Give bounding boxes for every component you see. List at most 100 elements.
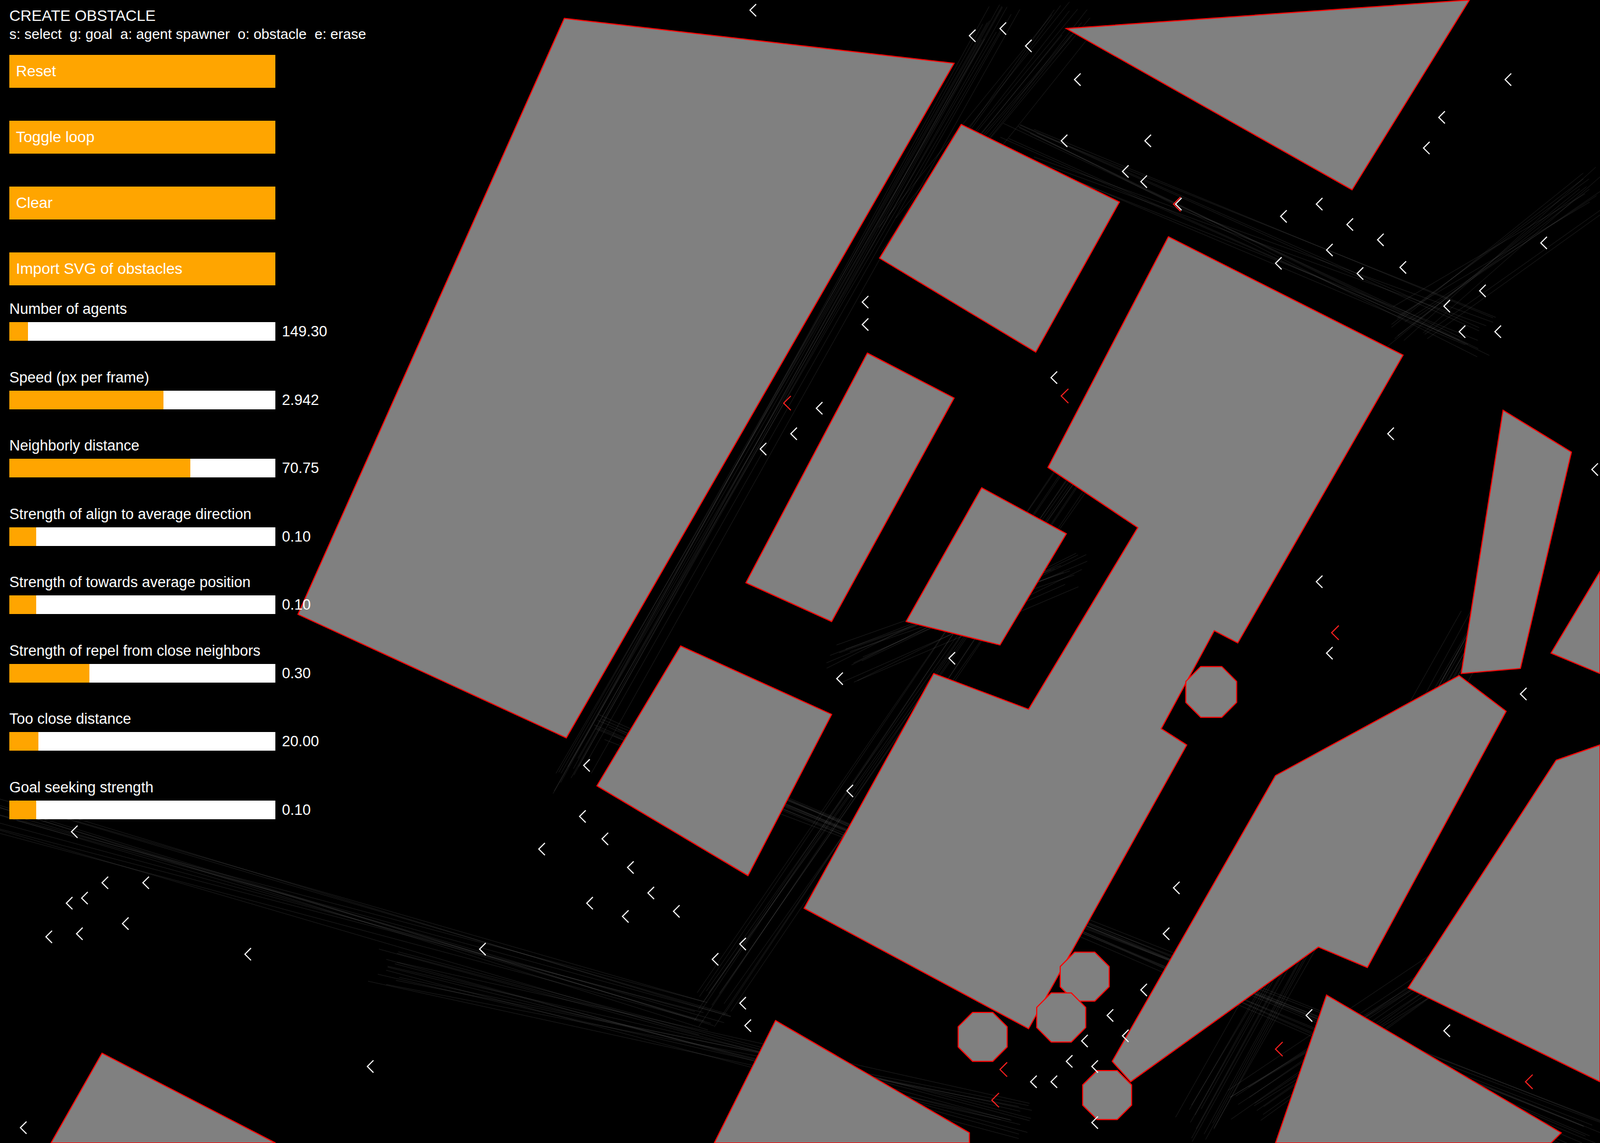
building-obstacle — [1112, 675, 1507, 1082]
slider-fill — [9, 800, 37, 819]
agent-icon — [1050, 1075, 1057, 1088]
round-obstacle — [1082, 1070, 1132, 1119]
round-obstacle — [1036, 992, 1086, 1042]
agent-icon — [969, 29, 976, 42]
agent-icon — [602, 832, 609, 845]
slider-label: Strength of towards average position — [9, 572, 366, 592]
agent-icon — [1494, 325, 1501, 338]
control-panel: CREATE OBSTACLE s: select g: goal a: age… — [9, 6, 366, 821]
trail-line — [387, 967, 1021, 1125]
slider-track[interactable] — [9, 663, 276, 683]
trail-line — [13, 803, 728, 1014]
slider-label: Strength of align to average direction — [9, 504, 366, 524]
trail-line — [399, 976, 1032, 1110]
building-obstacle — [879, 124, 1120, 353]
slider-row: Strength of align to average direction0.… — [9, 504, 366, 548]
slider-label: Neighborly distance — [9, 436, 366, 455]
slider-value: 2.942 — [281, 388, 320, 412]
slider-row: Strength of repel from close neighbors0.… — [9, 641, 366, 685]
slider-value: 0.10 — [281, 525, 312, 548]
agent-icon — [739, 996, 746, 1009]
agent-icon — [46, 930, 53, 943]
trail-line — [1387, 188, 1580, 347]
trail-line — [1411, 188, 1600, 320]
agent-icon — [367, 1059, 374, 1072]
slider-line: 0.30 — [9, 662, 366, 685]
simulation-canvas[interactable]: CREATE OBSTACLE s: select g: goal a: age… — [0, 0, 1600, 1143]
agent-icon — [1280, 210, 1287, 223]
trail-line — [0, 817, 695, 1012]
agent-icon — [1092, 1059, 1099, 1072]
agent-icon — [1061, 134, 1068, 147]
trail-line — [379, 948, 1012, 1121]
building-obstacle — [51, 1052, 276, 1143]
building-obstacle — [1275, 994, 1562, 1143]
trail-line — [387, 965, 1021, 1112]
slider-track[interactable] — [9, 595, 276, 614]
trail-line — [1427, 201, 1600, 339]
agent-icon — [1387, 427, 1394, 440]
slider-row: Speed (px per frame)2.942 — [9, 368, 366, 412]
slider-track[interactable] — [9, 527, 276, 546]
agent-icon — [1399, 261, 1406, 274]
trail-line — [1391, 172, 1584, 327]
trail-line — [1404, 167, 1597, 341]
agent-icon — [1106, 1008, 1113, 1021]
trail-line — [0, 805, 709, 1030]
action-button[interactable]: Clear — [9, 186, 276, 220]
building-obstacle — [1408, 744, 1600, 1082]
slider-track[interactable] — [9, 458, 276, 478]
slider-track[interactable] — [9, 731, 276, 751]
agent-icon — [622, 909, 629, 923]
trail-line — [396, 980, 1029, 1106]
trail-line — [0, 832, 711, 1023]
slider-label: Too close distance — [9, 709, 366, 728]
agent-icon — [244, 947, 251, 960]
agent-icon — [1520, 687, 1527, 700]
slider-fill — [9, 321, 28, 341]
slider-track[interactable] — [9, 800, 276, 819]
trail-line — [0, 805, 715, 1026]
round-obstacle — [1185, 666, 1237, 718]
slider-line: 70.75 — [9, 456, 366, 480]
trail-line — [1404, 195, 1597, 322]
agent-icon — [1316, 575, 1323, 588]
agent-icon — [1347, 218, 1354, 231]
agent-icon — [583, 759, 590, 772]
map-canvas[interactable] — [0, 0, 1600, 1143]
agent-icon — [1163, 927, 1170, 940]
trail-line — [0, 802, 698, 1020]
building-obstacle — [596, 645, 832, 875]
slider-line: 2.942 — [9, 388, 366, 412]
building-obstacle — [1066, 0, 1470, 190]
trail-line — [394, 963, 1028, 1132]
slider-row: Goal seeking strength0.10 — [9, 777, 366, 822]
agent-icon — [1525, 1073, 1533, 1089]
agent-icon — [122, 917, 129, 930]
slider-row: Neighborly distance70.75 — [9, 436, 366, 480]
action-button[interactable]: Toggle loop — [9, 120, 276, 154]
agent-icon — [760, 442, 767, 455]
slider-value: 70.75 — [281, 456, 320, 480]
agent-icon — [1061, 388, 1069, 404]
agent-icon — [862, 295, 869, 308]
slider-track[interactable] — [9, 321, 276, 341]
agent-icon — [1305, 1008, 1313, 1021]
trail-line — [1397, 189, 1590, 336]
trail-line — [1424, 198, 1600, 335]
slider-row: Strength of towards average position0.10 — [9, 572, 366, 616]
action-button[interactable]: Import SVG of obstacles — [9, 252, 276, 286]
action-button[interactable]: Reset — [9, 54, 276, 88]
building-obstacle — [1551, 571, 1600, 674]
agent-icon — [1540, 236, 1547, 249]
agent-icon — [1066, 1054, 1073, 1067]
agent-icon — [627, 861, 634, 874]
agent-icon — [1122, 165, 1129, 178]
slider-line: 149.30 — [9, 320, 366, 343]
agent-icon — [1326, 243, 1333, 256]
agent-icon — [102, 876, 109, 889]
agent-icon — [1505, 73, 1512, 86]
slider-fill — [9, 595, 37, 614]
slider-track[interactable] — [9, 390, 276, 410]
agent-icon — [1438, 111, 1445, 124]
